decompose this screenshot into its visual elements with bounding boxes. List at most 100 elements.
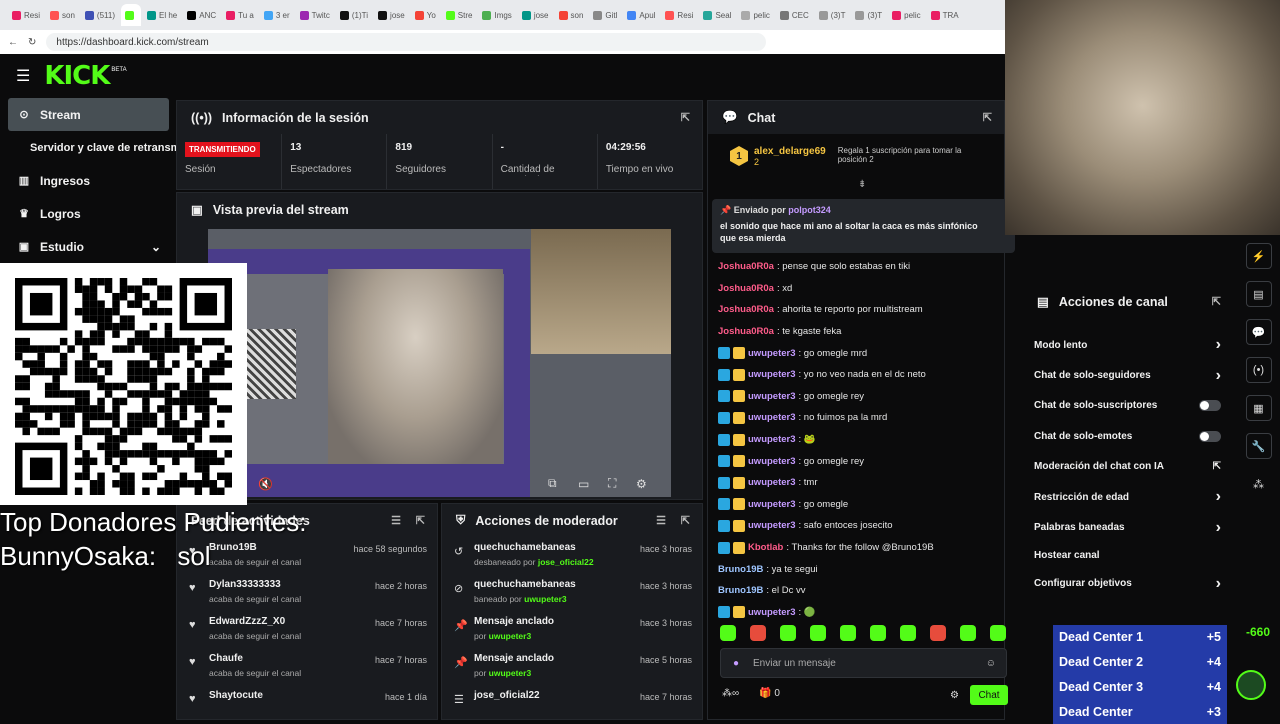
theater-icon[interactable]: ▭ [578, 477, 589, 491]
chat-input[interactable]: ● Enviar un mensaje ☺ [720, 648, 1007, 678]
chevron-down-icon[interactable]: ⌄ [151, 240, 161, 254]
chat-username[interactable]: uwupeter3 [748, 391, 796, 402]
chat-username[interactable]: uwupeter3 [748, 520, 796, 531]
doc-icon[interactable]: ▤ [1245, 281, 1272, 307]
browser-tab[interactable]: Resi [8, 4, 44, 26]
chat-username[interactable]: Joshua0R0a [718, 326, 774, 337]
emote-icon[interactable] [870, 625, 886, 641]
browser-tab[interactable]: Gitl [589, 4, 621, 26]
url-field[interactable]: https://dashboard.kick.com/stream [46, 33, 767, 51]
chat-username[interactable]: Kbotlab [748, 542, 783, 553]
pinned-user[interactable]: polpot324 [788, 205, 831, 215]
mod-action-by[interactable]: uwupeter3 [489, 631, 532, 641]
settings-icon[interactable]: ⚙ [636, 477, 647, 491]
collapse-icon[interactable]: ⇟ [858, 179, 866, 190]
browser-tab[interactable]: Resi [661, 4, 697, 26]
chat-icon[interactable]: 💬 [1245, 319, 1272, 345]
browser-tab[interactable]: (511) [81, 4, 119, 26]
send-chat-button[interactable]: Chat [970, 685, 1008, 705]
browser-tab[interactable]: El he [143, 4, 181, 26]
mod-action-by[interactable]: uwupeter3 [489, 668, 532, 678]
browser-tab[interactable]: Stre [442, 4, 477, 26]
top-gifter-name[interactable]: alex_delarge69 [754, 146, 826, 157]
browser-tab[interactable]: CEC [776, 4, 813, 26]
toggle-switch[interactable] [1199, 400, 1221, 412]
users-icon[interactable]: ⁂∞ [722, 688, 739, 699]
popout-icon[interactable]: ⇱ [1212, 295, 1221, 308]
popout-icon[interactable]: ⇱ [681, 111, 690, 124]
wrench-icon[interactable]: 🔧 [1245, 433, 1272, 459]
external-link-icon[interactable]: ⇱ [1213, 461, 1221, 472]
popout-icon[interactable]: ⇱ [416, 514, 425, 527]
browser-tab[interactable]: Tu a [222, 4, 258, 26]
stack-icon[interactable]: ▦ [1245, 395, 1272, 421]
users-icon[interactable]: ⁂ [1246, 471, 1272, 497]
popout-icon[interactable]: ⇱ [681, 514, 690, 527]
emote-icon[interactable] [810, 625, 826, 641]
chat-username[interactable]: Joshua0R0a [718, 283, 774, 294]
emote-icon[interactable] [990, 625, 1006, 641]
browser-tab[interactable]: 3 er [260, 4, 294, 26]
browser-tab[interactable]: (3)T [815, 4, 850, 26]
chevron-right-icon[interactable]: › [1216, 519, 1221, 537]
pip-icon[interactable]: ⧉ [548, 476, 557, 491]
chat-username[interactable]: uwupeter3 [748, 456, 796, 467]
lightning-icon[interactable]: ⚡ [1245, 243, 1272, 269]
toggle-switch[interactable] [1199, 430, 1221, 442]
chat-username[interactable]: uwupeter3 [748, 477, 796, 488]
channel-action-row[interactable]: Chat de solo-seguidores › [1023, 360, 1233, 390]
browser-tab[interactable]: TRA [927, 4, 963, 26]
emote-icon[interactable] [750, 625, 766, 641]
browser-tab[interactable]: jose [518, 4, 553, 26]
channel-action-row[interactable]: Modo lento › [1023, 330, 1233, 360]
sidebar-item-1[interactable]: Servidor y clave de retransm [0, 131, 180, 164]
browser-tab[interactable]: (3)T [851, 4, 886, 26]
channel-action-row[interactable]: Chat de solo-emotes [1023, 421, 1233, 451]
filter-icon[interactable]: ☰ [656, 514, 666, 527]
sidebar-item-3[interactable]: ♛ Logros [0, 197, 175, 230]
browser-tab[interactable]: son [555, 4, 588, 26]
gift-icon[interactable]: 🎁 [759, 688, 771, 699]
emote-icon[interactable] [720, 625, 736, 641]
kick-logo[interactable]: KICK [44, 61, 110, 91]
emote-icon[interactable] [840, 625, 856, 641]
chevron-right-icon[interactable]: › [1216, 488, 1221, 506]
browser-tab[interactable]: (1)Ti [336, 4, 372, 26]
channel-action-row[interactable]: Hostear canal [1023, 543, 1233, 569]
emote-icon[interactable] [960, 625, 976, 641]
chat-username[interactable]: Bruno19B [718, 585, 763, 596]
emote-icon[interactable] [930, 625, 946, 641]
chat-username[interactable]: Joshua0R0a [718, 261, 774, 272]
chat-settings-icon[interactable]: ⚙ [950, 690, 959, 701]
browser-tab[interactable]: Yo [411, 4, 440, 26]
pinned-message[interactable]: 📌 Enviado por polpot324 el sonido que ha… [712, 199, 1015, 253]
channel-action-row[interactable]: Moderación del chat con IA ⇱ [1023, 452, 1233, 482]
fullscreen-icon[interactable]: ⛶ [608, 476, 616, 491]
sidebar-item-0[interactable]: ⊙ Stream [8, 98, 169, 131]
reload-icon[interactable]: ↻ [28, 37, 36, 48]
back-icon[interactable]: ← [8, 37, 18, 48]
browser-tab[interactable]: Imgs [478, 4, 515, 26]
gift-prompt[interactable]: Regala 1 suscripción para tomar la posic… [838, 146, 978, 164]
popout-icon[interactable]: ⇱ [983, 111, 992, 124]
browser-tab[interactable]: ANC [183, 4, 220, 26]
channel-action-row[interactable]: Chat de solo-suscriptores [1023, 391, 1233, 421]
chat-username[interactable]: uwupeter3 [748, 369, 796, 380]
filter-icon[interactable]: ☰ [391, 514, 401, 527]
mod-action-by[interactable]: uwupeter3 [524, 594, 567, 604]
browser-tab[interactable]: Twitc [296, 4, 334, 26]
sidebar-item-4[interactable]: ▣ Estudio ⌄ [0, 230, 175, 263]
chat-username[interactable]: Bruno19B [718, 564, 763, 575]
chat-username[interactable]: uwupeter3 [748, 412, 796, 423]
browser-tab[interactable]: Seal [699, 4, 735, 26]
browser-tab[interactable]: Apul [623, 4, 659, 26]
channel-action-row[interactable]: Restricción de edad › [1023, 482, 1233, 512]
emote-icon[interactable] [780, 625, 796, 641]
browser-tab[interactable]: pelic [737, 4, 773, 26]
chat-username[interactable]: uwupeter3 [748, 434, 796, 445]
chat-username[interactable]: Joshua0R0a [718, 304, 774, 315]
channel-action-row[interactable]: Palabras baneadas › [1023, 512, 1233, 542]
chat-username[interactable]: uwupeter3 [748, 348, 796, 359]
stream-video[interactable]: 🔇 ⧉ ▭ ⛶ ⚙ [208, 229, 671, 497]
chevron-right-icon[interactable]: › [1216, 336, 1221, 354]
